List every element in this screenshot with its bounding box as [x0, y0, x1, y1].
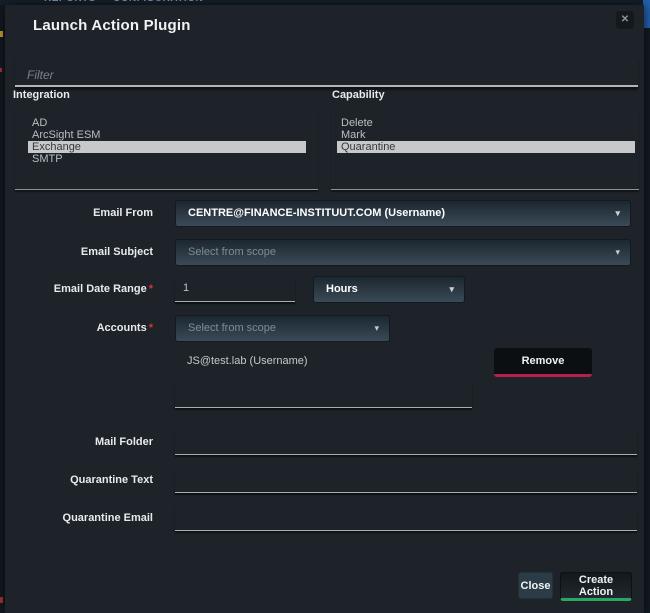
required-marker: * — [149, 283, 153, 295]
background-speck-red — [0, 68, 2, 72]
background-speck-yellow — [0, 31, 3, 37]
email-subject-label-text: Email Subject — [81, 246, 153, 258]
close-icon[interactable]: ✕ — [616, 11, 634, 29]
email-date-range-label: Email Date Range* — [5, 276, 153, 303]
quarantine-email-input[interactable] — [175, 505, 637, 531]
chevron-down-icon: ▾ — [374, 316, 379, 341]
filter-input[interactable] — [15, 57, 638, 85]
accounts-select[interactable]: Select from scope ▾ — [175, 315, 390, 342]
capability-listbox[interactable]: Delete Mark Quarantine — [331, 109, 639, 190]
integration-option-exchange-selected[interactable]: Exchange — [28, 141, 306, 153]
email-from-label: Email From — [5, 200, 153, 227]
mail-folder-input[interactable] — [175, 429, 637, 455]
date-range-unit-value: Hours — [326, 283, 358, 295]
email-subject-label: Email Subject — [5, 239, 153, 266]
integration-option-smtp[interactable]: SMTP — [28, 153, 306, 165]
email-subject-select[interactable]: Select from scope ▾ — [175, 239, 631, 266]
email-date-range-input[interactable] — [175, 276, 295, 302]
date-range-unit-select[interactable]: Hours ▾ — [313, 276, 465, 303]
background-speck-red — [0, 597, 3, 603]
close-button[interactable]: Close — [518, 572, 553, 599]
required-marker: * — [149, 322, 153, 334]
quarantine-text-label-text: Quarantine Text — [70, 474, 153, 486]
chevron-down-icon: ▾ — [449, 277, 454, 302]
accounts-label: Accounts* — [5, 315, 153, 342]
integration-header: Integration — [13, 89, 70, 101]
nav-item-configuration: CONFIGURATION — [113, 0, 203, 4]
capability-option-mark[interactable]: Mark — [337, 129, 635, 141]
accounts-label-text: Accounts — [97, 322, 147, 334]
email-date-range-label-text: Email Date Range — [54, 283, 147, 295]
email-from-label-text: Email From — [93, 207, 153, 219]
filter-field-wrap — [15, 57, 638, 87]
create-action-button[interactable]: Create Action — [560, 572, 632, 601]
dialog-title: Launch Action Plugin — [33, 17, 191, 34]
email-subject-placeholder: Select from scope — [188, 246, 276, 258]
capability-option-quarantine-selected[interactable]: Quarantine — [337, 141, 635, 153]
background-edge-highlight — [643, 0, 650, 28]
chevron-down-icon: ▾ — [615, 201, 620, 226]
mail-folder-label: Mail Folder — [5, 429, 153, 455]
nav-item-reports: REPORTS — [44, 0, 96, 4]
email-from-value: CENTRE@FINANCE-INSTITUUT.COM (Username) — [188, 207, 445, 219]
integration-option-arcsight-esm[interactable]: ArcSight ESM — [28, 129, 306, 141]
integration-option-ad[interactable]: AD — [28, 117, 306, 129]
integration-listbox[interactable]: AD ArcSight ESM Exchange SMTP — [15, 109, 318, 190]
mail-folder-label-text: Mail Folder — [95, 436, 153, 448]
quarantine-text-label: Quarantine Text — [5, 467, 153, 493]
remove-account-button[interactable]: Remove — [494, 348, 592, 377]
account-item-name: JS@test.lab (Username) — [187, 348, 308, 375]
capability-header: Capability — [332, 89, 385, 101]
capability-option-delete[interactable]: Delete — [337, 117, 635, 129]
chevron-down-icon: ▾ — [615, 240, 620, 265]
quarantine-text-input[interactable] — [175, 467, 637, 493]
account-add-input[interactable] — [175, 382, 472, 408]
launch-action-plugin-dialog: Launch Action Plugin ✕ Integration Capab… — [5, 5, 644, 613]
email-from-select[interactable]: CENTRE@FINANCE-INSTITUUT.COM (Username) … — [175, 200, 631, 227]
accounts-placeholder: Select from scope — [188, 322, 276, 334]
quarantine-email-label: Quarantine Email — [5, 505, 153, 531]
quarantine-email-label-text: Quarantine Email — [63, 512, 153, 524]
